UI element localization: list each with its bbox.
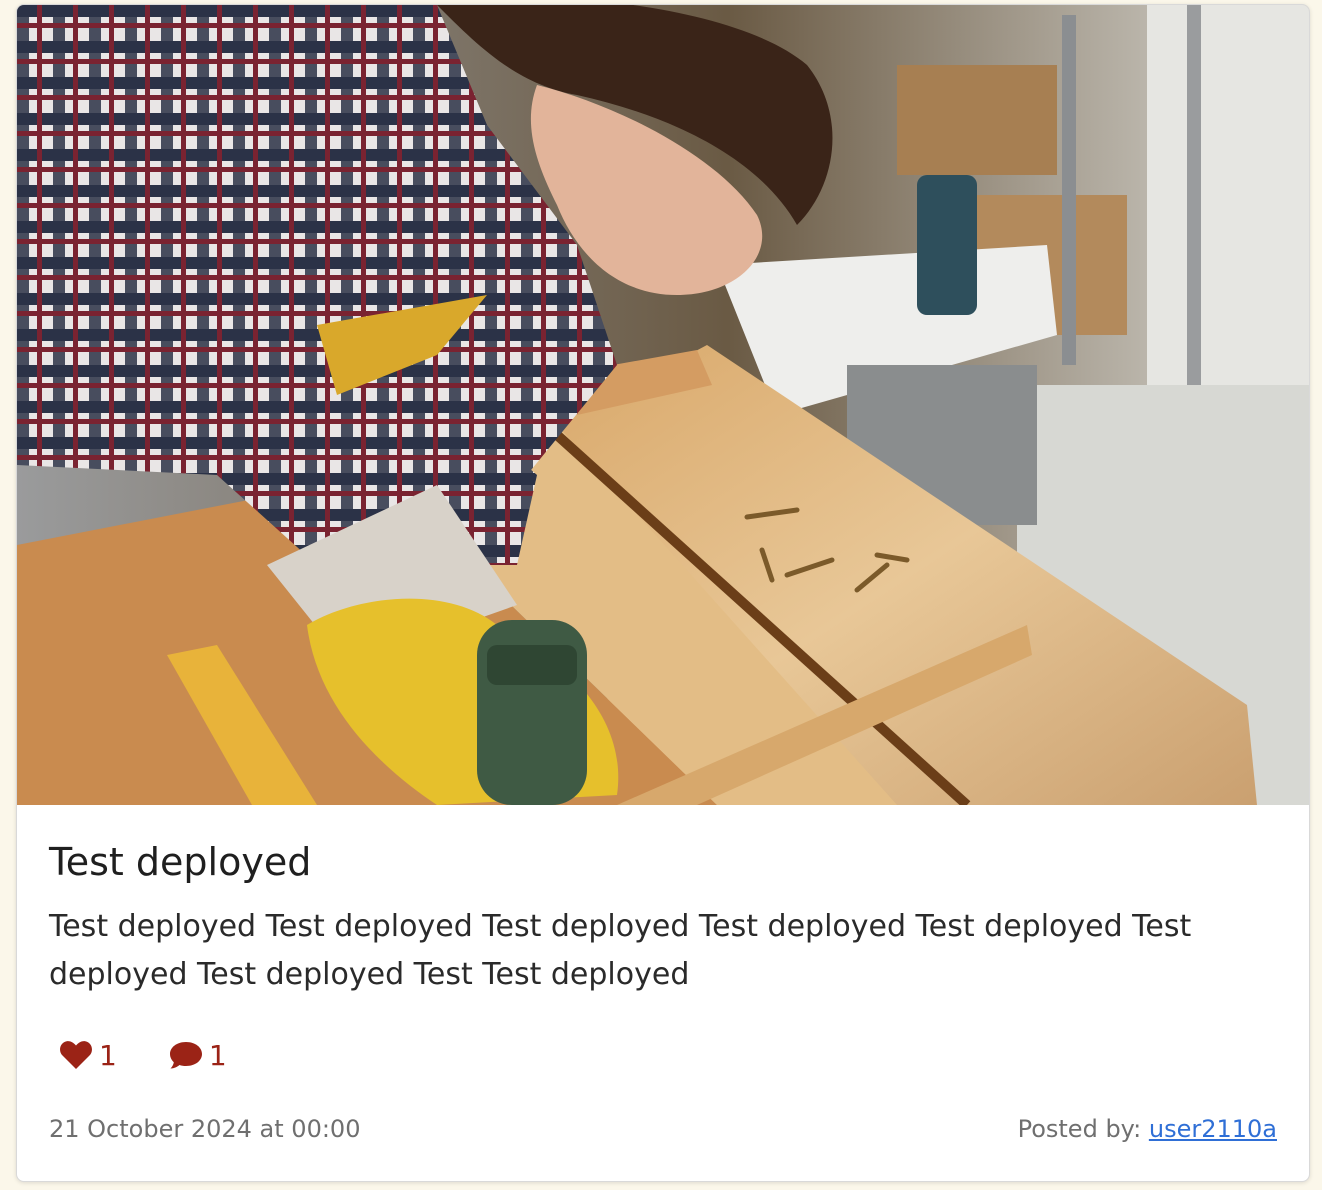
posted-by-label: Posted by: [1017, 1115, 1142, 1143]
like-count: 1 [99, 1038, 117, 1072]
heart-icon [59, 1040, 99, 1070]
post-image [17, 5, 1309, 805]
speech-bubble-icon [169, 1040, 209, 1070]
posted-by: Posted by: user2110a [1018, 1115, 1277, 1143]
like-button[interactable]: 1 [59, 1039, 117, 1072]
comment-button[interactable]: 1 [169, 1039, 227, 1072]
post-stats: 1 1 [59, 1037, 227, 1073]
post-card[interactable]: Test deployed Test deployed Test deploye… [16, 4, 1310, 1182]
comment-count: 1 [208, 1038, 227, 1072]
post-footer: 21 October 2024 at 00:00 Posted by: user… [49, 1115, 1277, 1149]
post-date: 21 October 2024 at 00:00 [49, 1115, 361, 1143]
author-link[interactable]: user2110a [1149, 1115, 1277, 1143]
post-description: Test deployed Test deployed Test deploye… [49, 909, 1192, 992]
post-title: Test deployed [49, 840, 312, 884]
